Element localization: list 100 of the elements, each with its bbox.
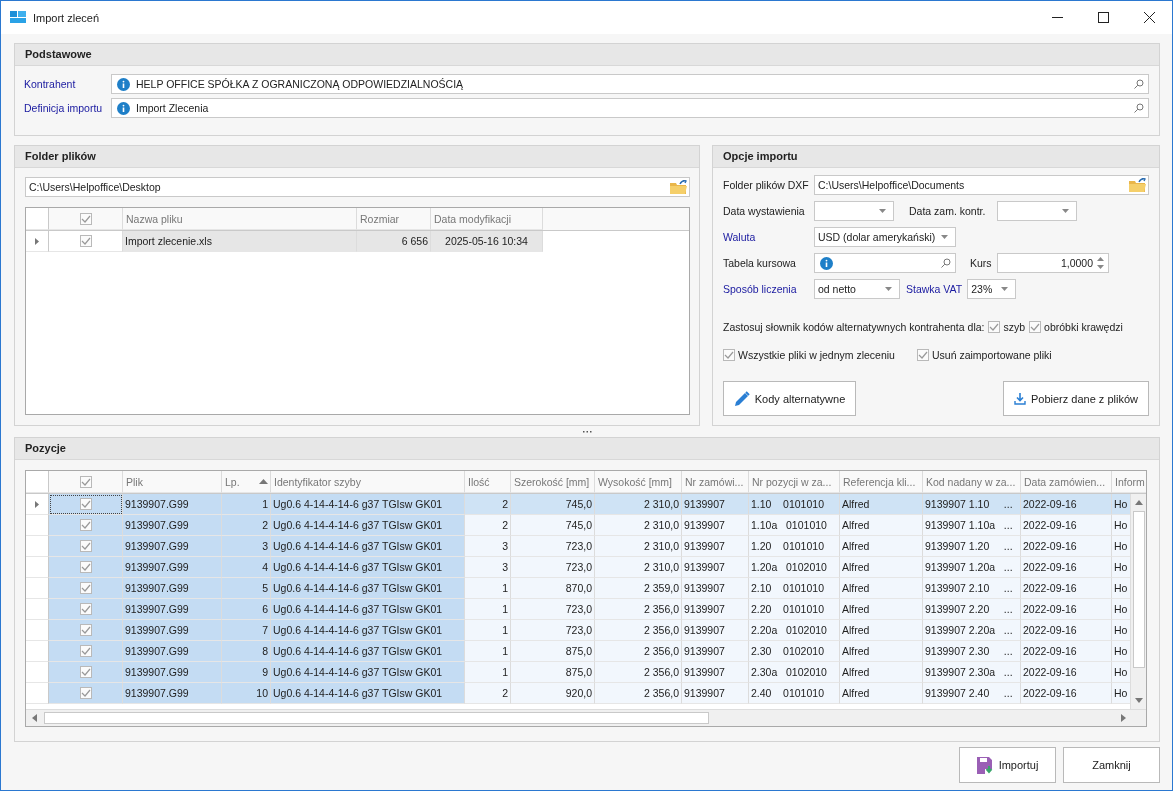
table-cell: 2 310,0: [595, 536, 682, 557]
row-checkbox[interactable]: [79, 687, 92, 699]
row-checkbox[interactable]: [79, 561, 92, 573]
dropdown-arrow-icon[interactable]: [941, 235, 948, 239]
column-header[interactable]: Referencja kli...: [843, 475, 920, 488]
table-cell: Alfred: [840, 599, 923, 620]
field-label: Tabela kursowa: [723, 257, 796, 269]
row-checkbox[interactable]: [79, 666, 92, 678]
table-cell: 10: [222, 683, 271, 704]
table-cell: 9139907.G99: [123, 599, 222, 620]
table-cell: 9139907.G99: [123, 641, 222, 662]
row-checkbox[interactable]: [79, 603, 92, 615]
rate-spinner[interactable]: 1,0000: [997, 253, 1109, 273]
table-cell: Alfred: [840, 662, 923, 683]
table-cell: 1.10a 0101010: [749, 515, 840, 536]
method-dropdown[interactable]: od netto: [814, 279, 900, 299]
spin-icon[interactable]: [1097, 257, 1104, 269]
column-header[interactable]: Inform: [1115, 475, 1146, 488]
codes-button[interactable]: Kody alternatywne: [723, 381, 856, 416]
path-field[interactable]: C:\Users\Helpoffice\Desktop: [25, 177, 690, 197]
table-cell: 2022-09-16: [1021, 641, 1112, 662]
path-field[interactable]: C:\Users\Helpoffice\Documents: [814, 175, 1149, 195]
currency-dropdown[interactable]: USD (dolar amerykański): [814, 227, 956, 247]
scroll-left-icon[interactable]: [32, 714, 37, 722]
table-cell: Alfred: [840, 494, 923, 515]
table-cell: 2022-09-16: [1021, 515, 1112, 536]
window-title: Import zleceń: [33, 11, 100, 24]
table-cell: 2022-09-16: [1021, 494, 1112, 515]
table-cell: Ho: [1112, 662, 1130, 683]
splitter-grip-icon[interactable]: [582, 430, 592, 433]
lookup-field[interactable]: Import Zlecenia: [111, 98, 1149, 118]
dropdown-arrow-icon[interactable]: [879, 209, 886, 213]
row-checkbox[interactable]: [79, 498, 92, 510]
option-checkbox[interactable]: Usuń zaimportowane pliki: [916, 349, 1052, 361]
scroll-right-icon[interactable]: [1121, 714, 1126, 722]
column-header[interactable]: Nr zamówi...: [685, 475, 746, 488]
close-button[interactable]: Zamknij: [1063, 747, 1160, 783]
info-icon: [117, 77, 130, 91]
close-icon[interactable]: [1144, 12, 1155, 23]
table-cell: 9139907 2.20 ...: [923, 599, 1021, 620]
table-cell: Ho: [1112, 683, 1130, 704]
import-button[interactable]: Importuj: [959, 747, 1056, 783]
header-checkbox[interactable]: [79, 475, 92, 488]
vertical-scrollbar[interactable]: [1130, 494, 1146, 709]
row-checkbox[interactable]: [79, 624, 92, 636]
row-checkbox[interactable]: [79, 582, 92, 594]
vat-dropdown[interactable]: 23%: [967, 279, 1017, 299]
header-checkbox[interactable]: [79, 212, 92, 225]
row-checkbox[interactable]: [79, 235, 92, 247]
option-checkbox[interactable]: obróbki krawędzi: [1029, 321, 1123, 333]
table-cell: 8: [222, 641, 271, 662]
column-header[interactable]: Kod nadany w za...: [926, 475, 1018, 488]
search-icon[interactable]: [941, 258, 951, 268]
table-cell: 2.40 0101010: [749, 683, 840, 704]
fetch-button[interactable]: Pobierz dane z plików: [1003, 381, 1149, 416]
column-header[interactable]: Nazwa pliku: [123, 208, 357, 230]
field-label: Definicja importu: [24, 102, 103, 114]
table-cell: 9139907: [682, 578, 749, 599]
option-checkbox[interactable]: szyb: [988, 321, 1026, 333]
search-icon[interactable]: [1134, 79, 1144, 89]
lookup-field[interactable]: [814, 253, 956, 273]
option-checkbox[interactable]: Wszystkie pliki w jednym zleceniu: [723, 349, 895, 361]
checkmark-icon: [917, 351, 928, 359]
lookup-field[interactable]: HELP OFFICE SPÓŁKA Z OGRANICZONĄ ODPOWIEDZIALNOŚCIĄ: [111, 74, 1149, 94]
app-icon: [10, 10, 26, 25]
table-cell: 9139907 1.10a ...: [923, 515, 1021, 536]
column-header[interactable]: Szerokość [mm]: [514, 475, 592, 488]
column-header[interactable]: Identyfikator szyby: [274, 475, 462, 488]
horizontal-scrollbar[interactable]: [26, 709, 1146, 726]
table-cell: Ug0.6 4-14-4-14-6 g37 TGIsw GK01: [271, 494, 465, 515]
table-cell: Alfred: [840, 557, 923, 578]
column-header[interactable]: Lp.: [225, 475, 257, 488]
row-checkbox[interactable]: [79, 519, 92, 531]
table-cell: 9139907.G99: [123, 557, 222, 578]
column-header[interactable]: Ilość: [468, 475, 508, 488]
table-cell: 920,0: [511, 683, 595, 704]
dropdown-arrow-icon[interactable]: [1001, 287, 1009, 291]
table-cell: 875,0: [511, 662, 595, 683]
column-header[interactable]: Data modyfikacji: [431, 208, 543, 230]
table-cell: 2.20 0101010: [749, 599, 840, 620]
folder-icon[interactable]: [1129, 178, 1146, 192]
column-header[interactable]: Wysokość [mm]: [598, 475, 679, 488]
dropdown-arrow-icon[interactable]: [1062, 209, 1069, 213]
scroll-up-icon[interactable]: [1134, 500, 1143, 505]
table-cell: 1.10 0101010: [749, 494, 840, 515]
row-checkbox[interactable]: [79, 540, 92, 552]
column-header[interactable]: Plik: [126, 475, 219, 488]
table-cell: 2.10 0101010: [749, 578, 840, 599]
folder-icon[interactable]: [670, 180, 687, 194]
row-checkbox[interactable]: [79, 645, 92, 657]
sort-ascending-icon[interactable]: [259, 479, 268, 484]
maximize-icon[interactable]: [1098, 12, 1109, 23]
column-header[interactable]: Data zamówien...: [1024, 475, 1109, 488]
column-header[interactable]: Rozmiar: [357, 208, 431, 230]
column-header[interactable]: Nr pozycji w za...: [752, 475, 837, 488]
table-cell: Ho: [1112, 599, 1130, 620]
scroll-down-icon[interactable]: [1134, 698, 1143, 703]
search-icon[interactable]: [1134, 103, 1144, 113]
table-cell: 2 356,0: [595, 620, 682, 641]
dropdown-arrow-icon[interactable]: [885, 287, 892, 291]
